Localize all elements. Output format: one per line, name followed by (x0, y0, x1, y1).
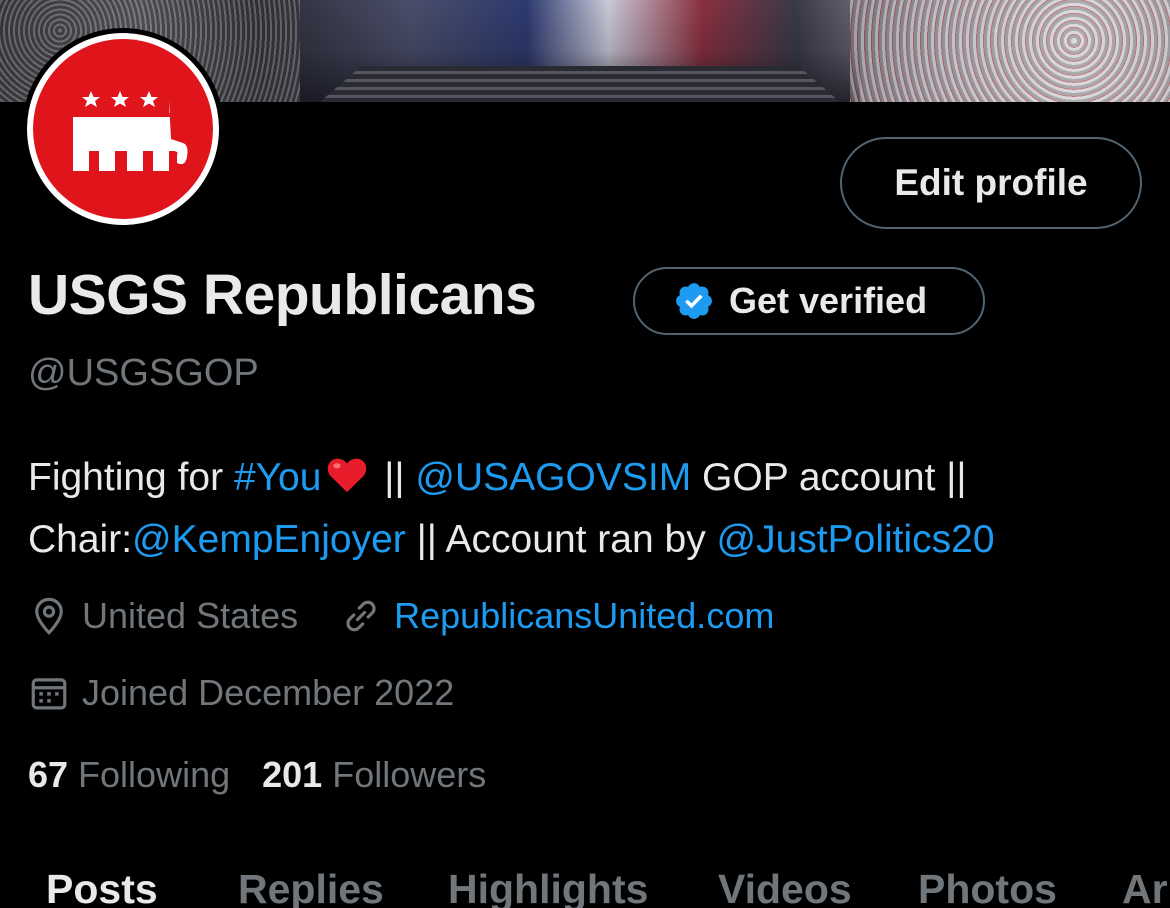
tab-videos[interactable]: Videos (718, 866, 852, 908)
display-name: USGS Republicans (28, 263, 537, 327)
tab-posts[interactable]: Posts (46, 866, 158, 908)
profile-meta-joined: Joined December 2022 (28, 672, 454, 714)
elephant-icon (73, 87, 188, 171)
profile-meta-location-website: United States RepublicansUnited.com (28, 595, 774, 637)
joined-text: Joined December 2022 (82, 672, 455, 713)
bio: Fighting for #You || @USAGOVSIM GOP acco… (28, 447, 1158, 571)
get-verified-button[interactable]: Get verified (633, 267, 985, 335)
verified-badge-icon (676, 283, 712, 319)
tab-replies[interactable]: Replies (238, 866, 384, 908)
get-verified-label: Get verified (729, 280, 928, 321)
followers-count: 201 (262, 754, 323, 795)
heart-icon (328, 458, 367, 493)
banner-crowd-right (850, 0, 1170, 102)
bio-text: Chair: (28, 518, 133, 561)
follow-stats: 67 Following 201 Followers (28, 754, 486, 796)
calendar-icon (31, 678, 67, 710)
banner-steps (320, 66, 840, 102)
tab-highlights[interactable]: Highlights (448, 866, 648, 908)
following-label: Following (78, 754, 231, 795)
hashtag-link[interactable]: #You (234, 456, 322, 499)
followers-label: Followers (332, 754, 487, 795)
bio-text: Fighting for (28, 456, 234, 499)
location-pin-icon (35, 597, 63, 635)
mention-link[interactable]: @USAGOVSIM (415, 456, 691, 499)
profile-tabs: Posts Replies Highlights Videos Photos A… (0, 862, 1170, 908)
bio-text: || (373, 456, 416, 499)
bio-line-1: Fighting for #You || @USAGOVSIM GOP acco… (28, 447, 1158, 509)
following-link[interactable]: 67 Following (28, 754, 230, 796)
avatar[interactable] (27, 33, 219, 225)
bio-text: GOP account || (691, 456, 967, 499)
user-handle: @USGSGOP (28, 352, 259, 394)
gop-elephant-logo (33, 39, 213, 219)
location-text: United States (82, 595, 299, 636)
bio-line-2: Chair:@KempEnjoyer || Account ran by @Ju… (28, 509, 1158, 571)
tab-photos[interactable]: Photos (918, 866, 1057, 908)
bio-text: || Account ran by (405, 518, 717, 561)
mention-link[interactable]: @KempEnjoyer (132, 518, 406, 561)
mention-link[interactable]: @JustPolitics20 (717, 518, 995, 561)
following-count: 67 (28, 754, 69, 795)
followers-link[interactable]: 201 Followers (262, 754, 486, 796)
website-link[interactable]: RepublicansUnited.com (394, 595, 774, 637)
edit-profile-button[interactable]: Edit profile (840, 137, 1142, 229)
link-icon (346, 600, 376, 632)
tab-articles[interactable]: Ar (1122, 866, 1168, 908)
